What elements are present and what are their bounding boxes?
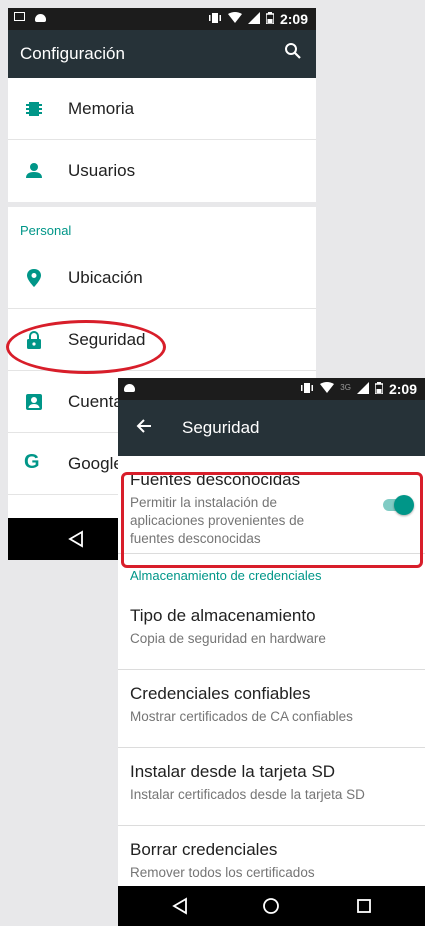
search-icon[interactable] [284,42,302,65]
google-icon: G [24,451,40,473]
account-box-icon [24,392,44,412]
status-time: 2:09 [279,11,308,27]
settings-item-ubicacion[interactable]: Ubicación [8,247,316,309]
memory-icon [24,99,44,119]
setting-summary: Copia de seguridad en hardware [130,631,326,646]
settings-item-memoria[interactable]: Memoria [8,78,316,140]
settings-item-label: Google [68,454,123,473]
battery-icon [374,381,384,397]
location-icon [24,268,44,288]
page-title: Configuración [20,44,125,63]
setting-summary: Permitir la instalación de aplicaciones … [130,495,305,546]
settings-item-label: Ubicación [68,268,143,287]
settings-item-seguridad[interactable]: Seguridad [8,309,316,371]
settings-item-label: Seguridad [68,330,146,349]
status-bar: 2:09 [8,8,316,30]
settings-item-usuarios[interactable]: Usuarios [8,140,316,202]
setting-title: Tipo de almacenamiento [130,606,316,625]
settings-app-bar: Configuración [8,30,316,78]
vibrate-icon [208,12,222,27]
setting-credenciales-confiables[interactable]: Credenciales confiables Mostrar certific… [118,670,425,748]
setting-title: Borrar credenciales [130,840,278,859]
wifi-icon [320,381,335,397]
gallery-notification-icon [14,12,25,21]
status-bar: 3G 2:09 [118,378,425,400]
settings-item-label: Memoria [68,99,135,118]
unknown-sources-toggle[interactable] [383,495,414,515]
signal-icon [247,11,260,27]
home-nav-icon[interactable] [262,897,280,920]
back-nav-icon[interactable] [172,897,188,920]
section-title-credenciales: Almacenamiento de credenciales [130,568,322,583]
android-notification-icon [35,14,46,22]
section-title-personal: Personal [20,223,72,238]
battery-icon [265,11,275,27]
settings-item-label: Usuarios [68,161,136,180]
recents-nav-icon[interactable] [356,898,372,919]
back-arrow-icon[interactable] [136,418,152,439]
setting-summary: Remover todos los certificados [130,865,315,880]
setting-instalar-sd[interactable]: Instalar desde la tarjeta SD Instalar ce… [118,748,425,826]
android-notification-icon [124,384,135,392]
setting-tipo-almacenamiento[interactable]: Tipo de almacenamiento Copia de segurida… [118,592,425,670]
setting-title: Fuentes desconocidas [130,470,301,489]
setting-title: Instalar desde la tarjeta SD [130,762,336,781]
setting-summary: Instalar certificados desde la tarjeta S… [130,787,365,802]
lock-icon [24,330,44,350]
toggle-thumb [394,495,414,515]
security-screen: 3G 2:09 Seguridad Fuentes desconocidas P… [118,378,425,926]
wifi-icon [227,11,242,27]
setting-title: Credenciales confiables [130,684,311,703]
page-title: Seguridad [182,418,260,437]
vibrate-icon [300,382,314,397]
setting-fuentes-desconocidas[interactable]: Fuentes desconocidas Permitir la instala… [118,456,425,554]
network-type: 3G [340,382,351,392]
person-icon [24,161,44,181]
back-nav-icon[interactable] [68,530,84,553]
setting-summary: Mostrar certificados de CA confiables [130,709,353,724]
navigation-bar [118,886,425,926]
signal-icon [356,381,369,397]
security-app-bar: Seguridad [118,400,425,456]
status-time: 2:09 [388,381,417,397]
